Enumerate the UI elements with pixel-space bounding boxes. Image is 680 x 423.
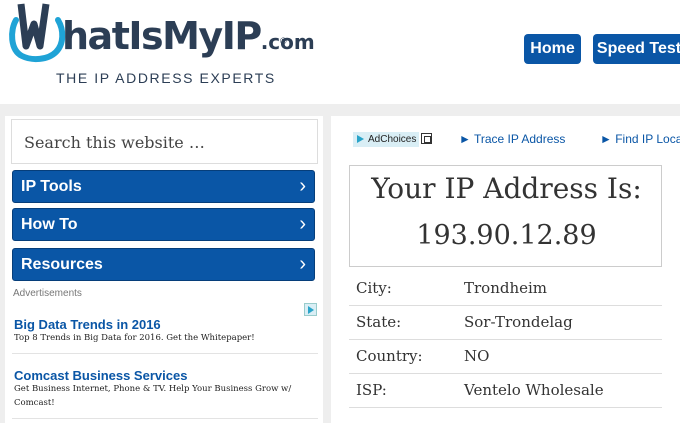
site-logo[interactable]: hatIsMyIP.com ® THE IP ADDRESS EXPERTS	[4, 0, 315, 90]
logo-wordmark: hatIsMyIP.com	[62, 14, 315, 58]
search-input[interactable]: Search this website …	[11, 119, 318, 164]
info-row-isp: ISP: Ventelo Wholesale	[349, 374, 662, 408]
find-ip-location-link[interactable]: ► Find IP Loca	[600, 132, 680, 146]
external-link-icon[interactable]	[421, 133, 432, 144]
ad-description: Get Business Internet, Phone & TV. Help …	[14, 384, 292, 408]
logo-suffix: .com	[260, 30, 315, 54]
ad-divider	[12, 418, 318, 419]
sidebar-item-label: Resources	[21, 256, 103, 273]
sidebar-item-resources[interactable]: Resources ›	[12, 248, 315, 281]
trace-ip-link[interactable]: ► Trace IP Address	[459, 132, 565, 146]
ad-description: Top 8 Trends in Big Data for 2016. Get t…	[14, 333, 255, 343]
logo-w-icon	[9, 3, 66, 63]
chevron-right-icon: ›	[299, 253, 306, 275]
nav-home-button[interactable]: Home	[524, 34, 581, 64]
ads-label: Advertisements	[13, 288, 82, 299]
chevron-right-icon: ›	[299, 175, 306, 197]
ip-address-value: 193.90.12.89	[416, 220, 597, 251]
site-header: hatIsMyIP.com ® THE IP ADDRESS EXPERTS H…	[0, 0, 680, 104]
info-key: ISP:	[356, 381, 387, 399]
sidebar-item-label: IP Tools	[21, 178, 82, 195]
info-row-country: Country: NO	[349, 340, 662, 374]
info-key: State:	[356, 313, 402, 331]
info-value: Sor-Trondelag	[464, 313, 573, 331]
info-key: Country:	[356, 347, 423, 365]
sidebar-item-ip-tools[interactable]: IP Tools ›	[12, 170, 315, 203]
chevron-right-icon: ›	[299, 213, 306, 235]
ad-title-link[interactable]: Big Data Trends in 2016	[14, 317, 161, 332]
info-key: City:	[356, 279, 392, 297]
info-value: NO	[464, 347, 490, 365]
info-value: Trondheim	[464, 279, 548, 297]
sidebar-item-how-to[interactable]: How To ›	[12, 208, 315, 241]
info-row-state: State: Sor-Trondelag	[349, 306, 662, 340]
info-value: Ventelo Wholesale	[464, 381, 604, 399]
adchoices-icon[interactable]	[304, 303, 317, 316]
ip-heading: Your IP Address Is:	[371, 172, 642, 205]
ad-title-link[interactable]: Comcast Business Services	[14, 368, 187, 383]
adchoices-badge[interactable]: AdChoices	[353, 132, 420, 147]
ad-divider	[12, 353, 318, 354]
logo-registered-mark: ®	[280, 36, 287, 46]
nav-speed-test-button[interactable]: Speed Test	[593, 34, 680, 64]
sidebar-item-label: How To	[21, 216, 78, 233]
info-row-city: City: Trondheim	[349, 272, 662, 306]
logo-main-text: hatIsMyIP	[62, 14, 262, 58]
ip-address-box: Your IP Address Is: 193.90.12.89	[349, 165, 662, 267]
logo-tagline: THE IP ADDRESS EXPERTS	[56, 70, 276, 86]
